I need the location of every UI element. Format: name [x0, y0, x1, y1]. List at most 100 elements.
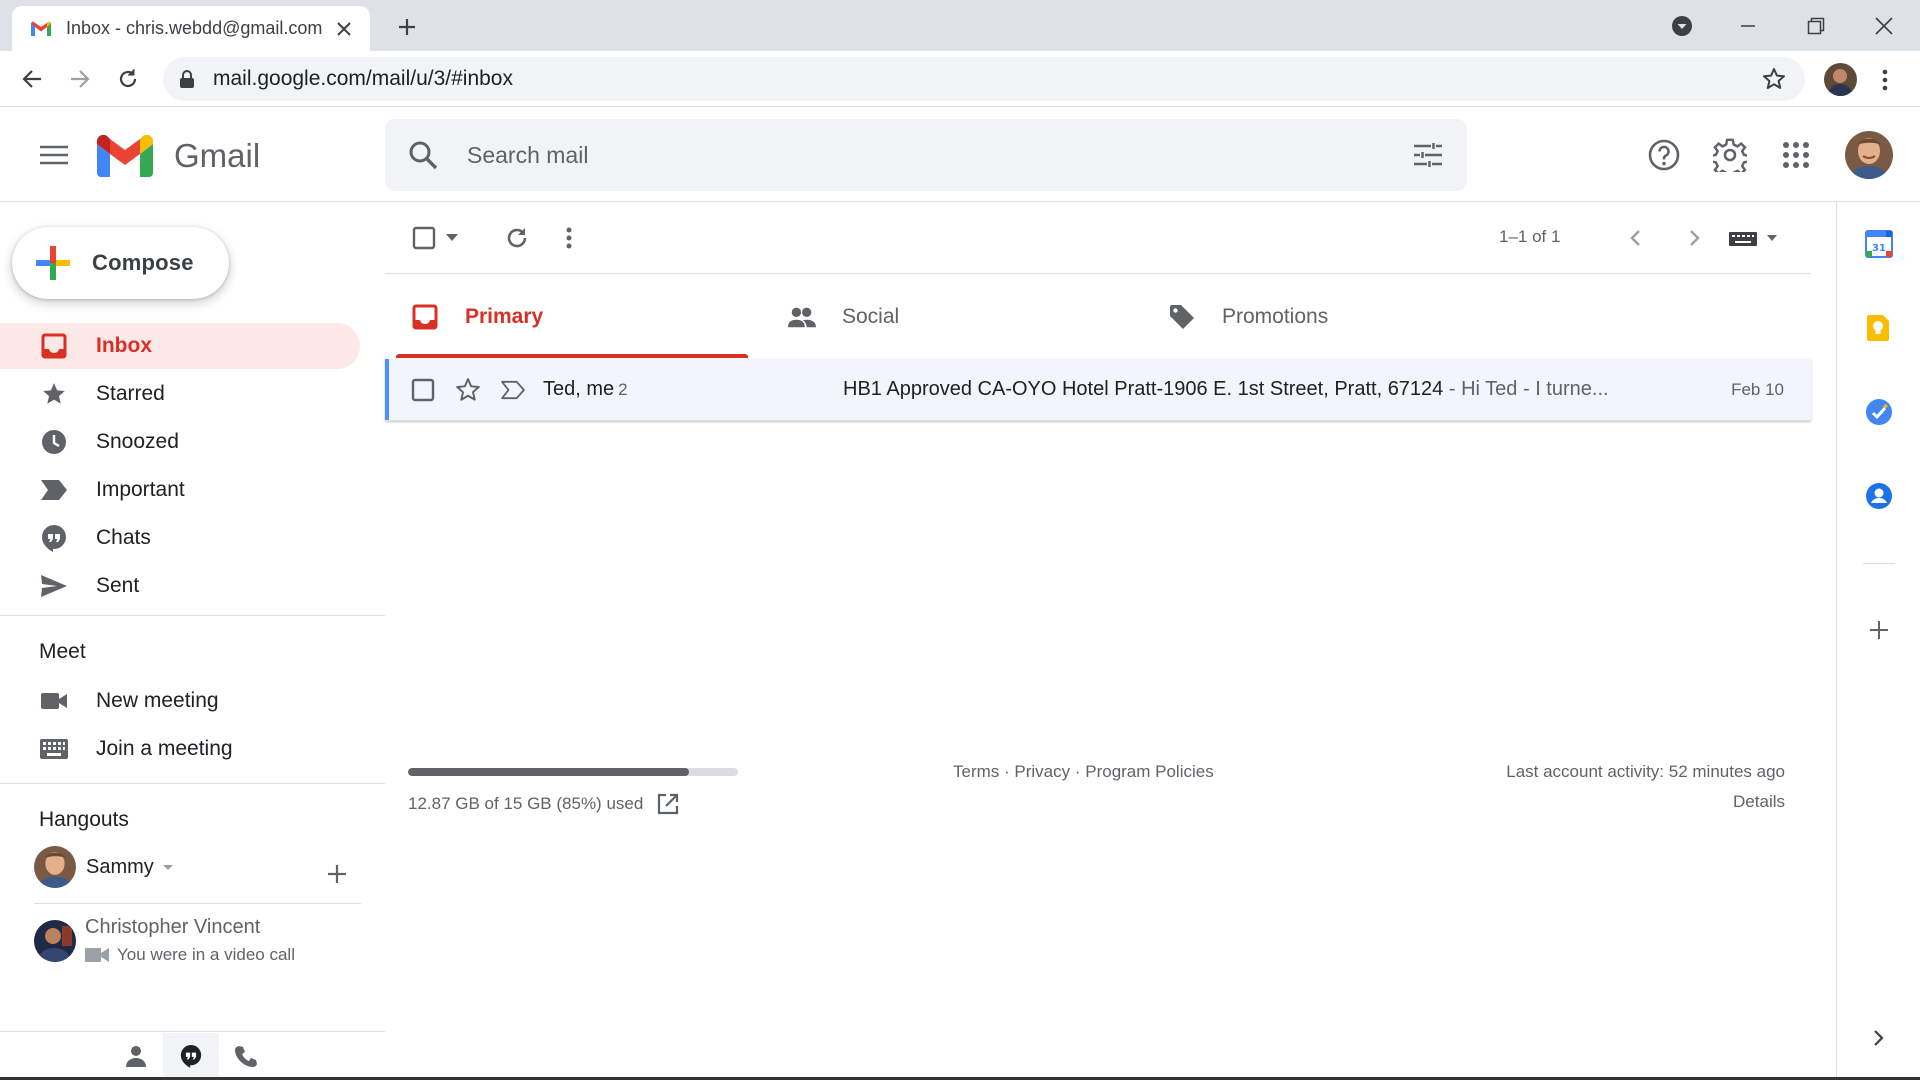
calendar-icon[interactable]: 31: [1863, 228, 1895, 260]
nav-label: Join a meeting: [96, 737, 233, 760]
address-bar[interactable]: mail.google.com/mail/u/3/#inbox: [163, 57, 1805, 101]
important-icon: [40, 476, 68, 504]
nav-label: Snoozed: [96, 430, 179, 453]
search-input[interactable]: [467, 141, 1411, 169]
help-icon[interactable]: [1642, 133, 1686, 177]
row-checkbox[interactable]: [408, 375, 438, 405]
chrome-menu-icon[interactable]: [1870, 63, 1900, 96]
expand-panel-chevron-right-icon[interactable]: [1863, 1022, 1895, 1054]
older-chevron-right-icon[interactable]: [1675, 218, 1715, 258]
storage-usage-text: 12.87 GB of 15 GB (85%) used: [408, 794, 644, 813]
contacts-icon[interactable]: [1863, 480, 1895, 512]
bookmark-star-icon[interactable]: [1759, 64, 1789, 94]
hangouts-chat-icon[interactable]: [163, 1033, 219, 1079]
nav-label: Chats: [96, 526, 151, 549]
category-tabs: Primary Social Promotions: [385, 275, 1811, 359]
main-menu-icon[interactable]: [32, 133, 76, 177]
nav-item-snoozed[interactable]: Snoozed: [0, 419, 360, 465]
select-all-checkbox[interactable]: [410, 218, 438, 258]
hangouts-user-name: Sammy: [86, 855, 154, 878]
meet-title: Meet: [39, 640, 86, 663]
back-icon[interactable]: [14, 61, 50, 97]
gmail-logo[interactable]: [97, 135, 153, 177]
apps-grid-icon[interactable]: [1774, 133, 1818, 177]
nav-item-starred[interactable]: Starred: [0, 371, 360, 417]
close-window-icon[interactable]: [1864, 8, 1904, 44]
compose-plus-icon: [34, 244, 72, 282]
compose-label: Compose: [92, 250, 194, 275]
pagination-text: 1–1 of 1: [1499, 227, 1561, 246]
newer-chevron-left-icon[interactable]: [1615, 218, 1655, 258]
hangouts-user-selector[interactable]: Sammy: [34, 845, 364, 889]
new-tab-icon[interactable]: [392, 12, 422, 42]
nav-divider: [0, 615, 385, 616]
left-navigation: Compose Inbox Starred Snoozed Important …: [0, 202, 385, 1080]
footer-links: Terms · Privacy · Program Policies: [953, 762, 1214, 782]
thread-count: 2: [618, 380, 628, 399]
contact-name: Christopher Vincent: [85, 916, 261, 938]
gmail-favicon-icon: [30, 20, 52, 37]
search-options-icon[interactable]: [1411, 138, 1445, 172]
tab-search-icon[interactable]: [1662, 8, 1702, 44]
star-icon[interactable]: [453, 375, 483, 405]
list-toolbar: 1–1 of 1: [385, 202, 1811, 274]
restore-icon[interactable]: [1796, 8, 1836, 44]
close-tab-icon[interactable]: [332, 17, 356, 41]
meet-join-meeting[interactable]: Join a meeting: [0, 726, 360, 772]
nav-item-sent[interactable]: Sent: [0, 563, 360, 609]
sender-names: Ted, me: [543, 378, 615, 400]
search-bar[interactable]: [385, 119, 1467, 191]
nav-label: Inbox: [96, 334, 152, 357]
chrome-profile-avatar[interactable]: [1824, 63, 1857, 96]
tab-social[interactable]: Social: [788, 275, 1148, 359]
select-dropdown-icon[interactable]: [443, 218, 461, 258]
url-text: mail.google.com/mail/u/3/#inbox: [213, 67, 513, 90]
tab-promotions[interactable]: Promotions: [1168, 275, 1528, 359]
get-addons-plus-icon[interactable]: [1863, 614, 1895, 646]
contact-status-text: You were in a video call: [117, 945, 295, 964]
account-avatar[interactable]: [1845, 131, 1893, 179]
side-panel-divider: [1863, 563, 1895, 564]
hangouts-bottom-bar: [0, 1031, 385, 1080]
email-row[interactable]: Ted, me 2 HB1 Approved CA-OYO Hotel Pratt…: [385, 359, 1811, 421]
open-in-new-icon[interactable]: [657, 793, 679, 815]
forward-icon[interactable]: [62, 61, 98, 97]
tasks-icon[interactable]: [1863, 396, 1895, 428]
nav-item-important[interactable]: Important: [0, 467, 360, 513]
contact-status: You were in a video call: [85, 945, 295, 965]
nav-item-inbox[interactable]: Inbox: [0, 323, 360, 369]
email-subject: HB1 Approved CA-OYO Hotel Pratt-1906 E. …: [843, 378, 1444, 400]
active-tab-indicator: [396, 354, 748, 358]
nav-item-chats[interactable]: Chats: [0, 515, 360, 561]
terms-link[interactable]: Terms: [953, 762, 999, 781]
new-conversation-plus-icon[interactable]: [320, 857, 354, 891]
tab-label: Primary: [465, 305, 544, 328]
more-options-icon[interactable]: [557, 218, 581, 258]
keep-icon[interactable]: [1863, 312, 1895, 344]
contacts-person-icon[interactable]: [108, 1033, 164, 1079]
tab-primary[interactable]: Primary: [411, 275, 751, 359]
browser-tab[interactable]: Inbox - chris.webdd@gmail.com: [12, 6, 370, 51]
browser-tab-strip: Inbox - chris.webdd@gmail.com: [0, 0, 1920, 51]
search-icon[interactable]: [407, 139, 439, 171]
important-marker-icon[interactable]: [498, 375, 528, 405]
last-account-activity: Last account activity: 52 minutes ago: [1506, 762, 1785, 781]
settings-gear-icon[interactable]: [1708, 133, 1752, 177]
people-icon: [788, 303, 816, 331]
video-camera-icon: [85, 948, 109, 962]
details-link[interactable]: Details: [1733, 792, 1785, 812]
minimize-icon[interactable]: [1728, 8, 1768, 44]
nav-label: Sent: [96, 574, 140, 597]
phone-icon[interactable]: [218, 1033, 274, 1079]
compose-button[interactable]: Compose: [12, 227, 229, 299]
input-tools-keyboard-icon[interactable]: [1727, 218, 1783, 258]
nav-divider: [0, 783, 385, 784]
program-policies-link[interactable]: Program Policies: [1085, 762, 1214, 781]
reload-icon[interactable]: [110, 61, 146, 97]
refresh-icon[interactable]: [497, 218, 537, 258]
privacy-link[interactable]: Privacy: [1014, 762, 1070, 781]
hangouts-contact[interactable]: Christopher Vincent You were in a video …: [34, 912, 364, 968]
tag-icon: [1168, 303, 1196, 331]
meet-new-meeting[interactable]: New meeting: [0, 678, 360, 724]
footer-separator: ·: [1070, 762, 1086, 781]
